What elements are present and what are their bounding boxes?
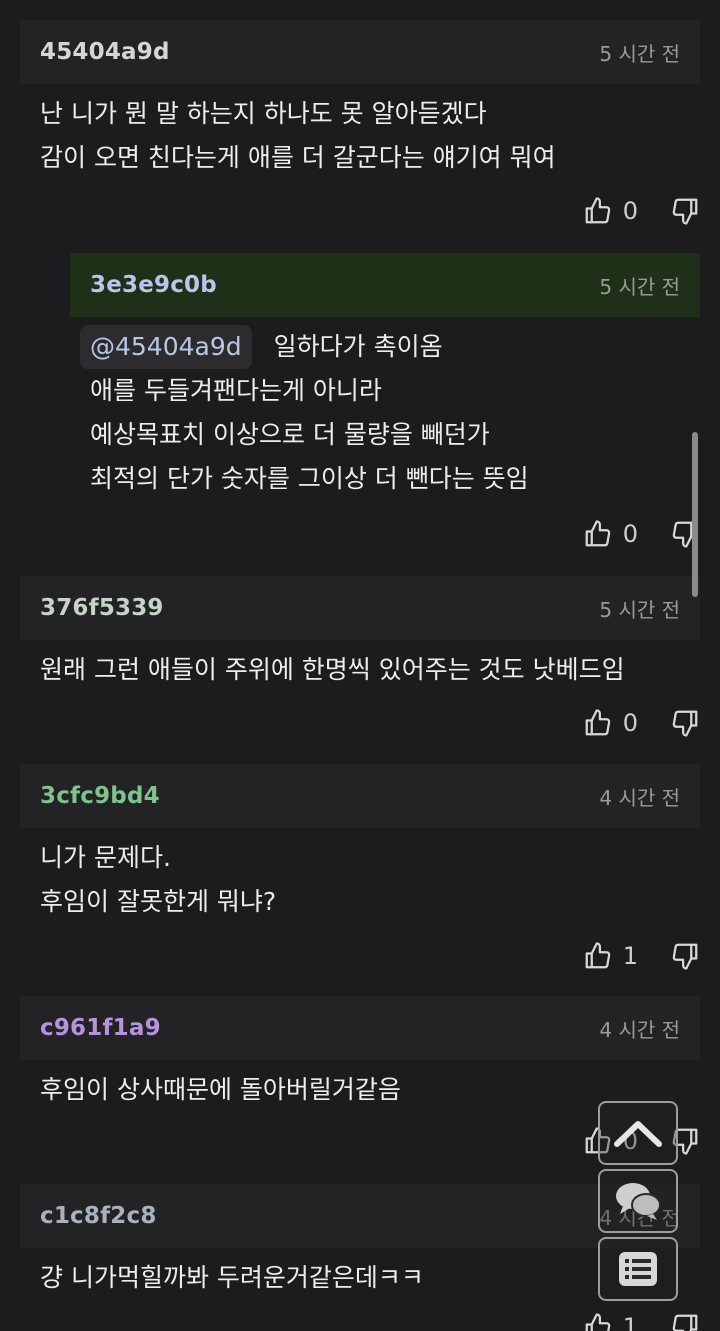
comment-body: @45404a9d 일하다가 촉이옴 애를 두들겨팬다는게 아니라 예상목표치 이… <box>70 317 700 501</box>
like-count: 1 <box>622 942 638 970</box>
like-count: 1 <box>622 1313 638 1331</box>
like-count: 0 <box>622 709 638 737</box>
comment-time: 4 시간 전 <box>599 785 680 810</box>
comment-line: 후임이 잘못한게 뭐냐? <box>40 887 277 916</box>
like-button[interactable] <box>583 708 613 738</box>
comment-author[interactable]: 45404a9d <box>40 39 170 65</box>
comment-time: 5 시간 전 <box>599 274 680 299</box>
comment-item: 3cfc9bd4 4 시간 전 니가 문제다. 후임이 잘못한게 뭐냐? 1 <box>20 764 700 984</box>
thumbs-up-icon <box>585 1313 610 1331</box>
comment-actions: 0 <box>583 519 700 549</box>
dislike-button[interactable] <box>670 196 700 226</box>
comment-line: @45404a9d 일하다가 촉이옴 <box>80 325 700 369</box>
comment-author[interactable]: 3cfc9bd4 <box>40 783 160 809</box>
like-button[interactable] <box>583 519 613 549</box>
dislike-button[interactable] <box>670 941 700 971</box>
chevron-up-icon <box>614 1121 662 1147</box>
comment-line: 니가 문제다. <box>40 843 171 872</box>
comment-header: 45404a9d 5 시간 전 <box>20 20 700 84</box>
comment-actions: 1 <box>583 1312 700 1331</box>
thumbs-up-icon <box>585 520 610 547</box>
comment-header: 3e3e9c0b 5 시간 전 <box>70 253 700 317</box>
chat-bubbles-icon <box>616 1183 661 1220</box>
comment-line: 원래 그런 애들이 주위에 한명씩 있어주는 것도 낫베드임 <box>40 655 625 684</box>
like-button[interactable] <box>583 941 613 971</box>
comment-line-text: 일하다가 촉이옴 <box>273 332 443 361</box>
mention-tag[interactable]: @45404a9d <box>80 325 252 369</box>
thumbs-up-icon <box>585 709 610 736</box>
thumbs-up-icon <box>585 942 610 969</box>
comment-item: 376f5339 5 시간 전 원래 그런 애들이 주위에 한명씩 있어주는 것… <box>20 576 700 751</box>
like-count: 0 <box>622 197 638 225</box>
comment-header: 376f5339 5 시간 전 <box>20 576 700 640</box>
like-button[interactable] <box>583 1312 613 1331</box>
thumbs-down-icon <box>672 198 698 225</box>
comment-header: 3cfc9bd4 4 시간 전 <box>20 764 700 828</box>
scrollbar-thumb[interactable] <box>692 432 698 597</box>
comment-body: 니가 문제다. 후임이 잘못한게 뭐냐? <box>20 828 700 924</box>
comment-body: 난 니가 뭔 말 하는지 하나도 못 알아듣겠다 감이 오면 친다는게 애를 더… <box>20 84 700 180</box>
like-button[interactable] <box>583 196 613 226</box>
comment-time: 4 시간 전 <box>599 1017 680 1042</box>
list-icon <box>619 1252 657 1286</box>
comment-actions: 1 <box>583 941 700 971</box>
scroll-top-button[interactable] <box>598 1101 678 1165</box>
like-count: 0 <box>622 520 638 548</box>
comment-line: 난 니가 뭔 말 하는지 하나도 못 알아듣겠다 <box>40 99 487 128</box>
comment-time: 5 시간 전 <box>599 597 680 622</box>
comment-body: 원래 그런 애들이 주위에 한명씩 있어주는 것도 낫베드임 <box>20 640 700 692</box>
comment-header: c961f1a9 4 시간 전 <box>20 996 700 1060</box>
dislike-button[interactable] <box>670 708 700 738</box>
comment-author[interactable]: 376f5339 <box>40 595 164 621</box>
comment-line: 예상목표치 이상으로 더 물량을 빼던가 <box>90 420 490 449</box>
comments-button[interactable] <box>598 1169 678 1233</box>
thumbs-up-icon <box>585 197 610 224</box>
comment-line: 최적의 단가 숫자를 그이상 더 뺀다는 뜻임 <box>90 464 529 493</box>
comment-actions: 0 <box>583 708 700 738</box>
reply-item: 3e3e9c0b 5 시간 전 @45404a9d 일하다가 촉이옴 애를 두들겨… <box>70 253 700 576</box>
comment-time: 5 시간 전 <box>599 41 680 66</box>
comment-author[interactable]: 3e3e9c0b <box>90 272 217 298</box>
thumbs-down-icon <box>672 1314 698 1331</box>
comment-author[interactable]: c961f1a9 <box>40 1015 161 1041</box>
comment-author[interactable]: c1c8f2c8 <box>40 1203 157 1229</box>
thumbs-down-icon <box>672 943 698 970</box>
comment-item: 45404a9d 5 시간 전 난 니가 뭔 말 하는지 하나도 못 알아듣겠다… <box>20 20 700 245</box>
list-button[interactable] <box>598 1237 678 1301</box>
comment-line: 감이 오면 친다는게 애를 더 갈군다는 얘기여 뭐여 <box>40 143 556 172</box>
thumbs-down-icon <box>672 710 698 737</box>
comment-actions: 0 <box>583 196 700 226</box>
comment-thread: 45404a9d 5 시간 전 난 니가 뭔 말 하는지 하나도 못 알아듣겠다… <box>0 0 720 1331</box>
comment-line: 애를 두들겨팬다는게 아니라 <box>90 376 382 405</box>
dislike-button[interactable] <box>670 1312 700 1331</box>
